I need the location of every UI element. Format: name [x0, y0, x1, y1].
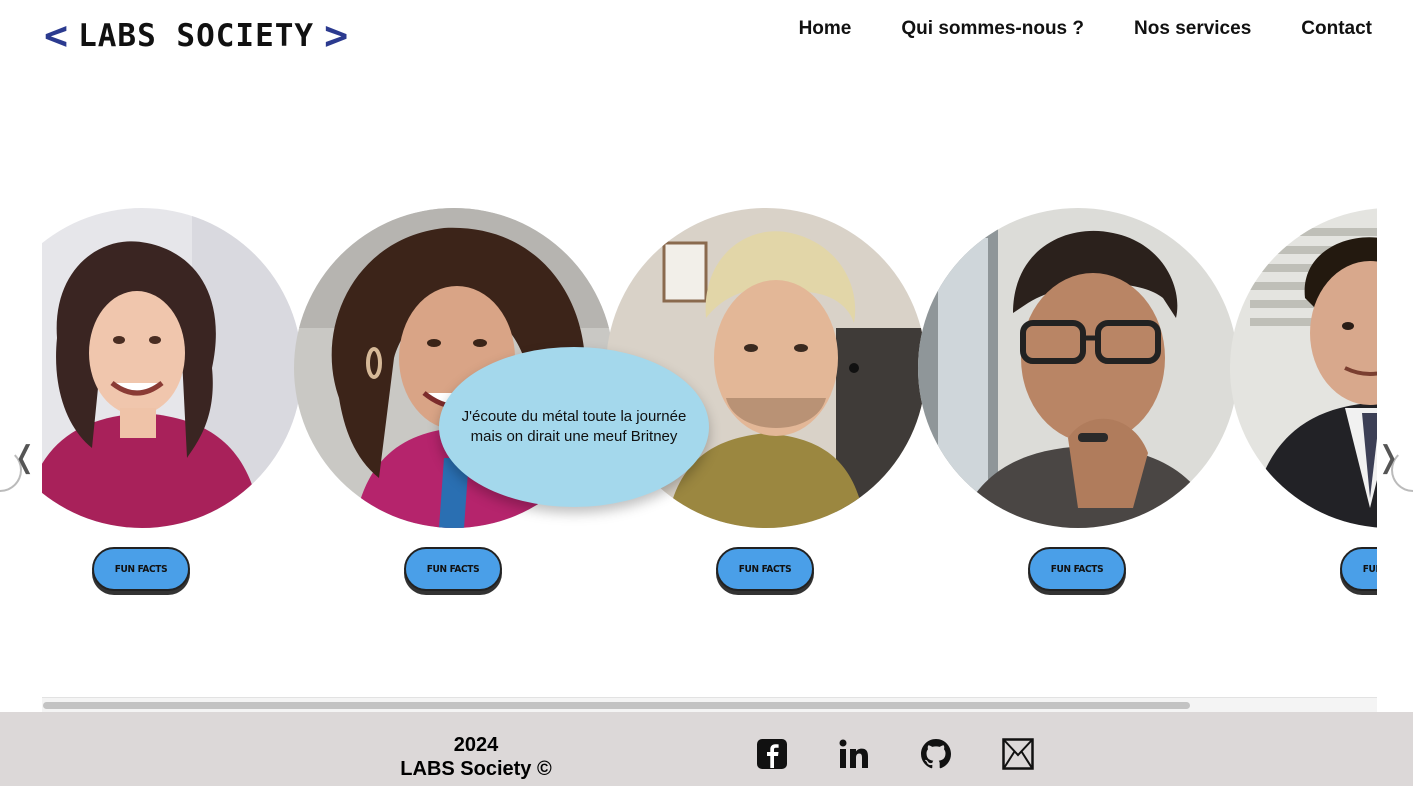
github-icon[interactable]: [920, 738, 952, 770]
team-member-card: FUN FACTS: [1230, 208, 1377, 591]
nav-about[interactable]: Qui sommes-nous ?: [901, 18, 1084, 40]
nav-contact[interactable]: Contact: [1301, 18, 1372, 40]
footer-copyright: LABS Society ©: [400, 758, 552, 780]
team-member-card: FUN FACTS: [918, 208, 1238, 591]
site-header: < LABS SOCIETY > Home Qui sommes-nous ? …: [0, 0, 1413, 80]
fun-facts-button[interactable]: FUN FACTS: [1028, 547, 1126, 591]
fun-fact-bubble: J'écoute du métal toute la journée mais …: [439, 347, 709, 507]
facebook-icon[interactable]: [756, 738, 788, 770]
site-footer: 2024 LABS Society ©: [0, 712, 1413, 786]
man-in-suit-photo: [1230, 208, 1377, 528]
team-member-photo: [42, 208, 302, 528]
team-member-photo: [918, 208, 1238, 528]
logo-left-bracket: <: [44, 13, 69, 59]
scrollbar-thumb[interactable]: [43, 702, 1190, 709]
social-links: [756, 738, 1034, 770]
man-with-glasses-photo: [918, 208, 1238, 528]
fun-facts-button[interactable]: FUN FACTS: [92, 547, 190, 591]
linkedin-icon[interactable]: [838, 738, 870, 770]
main-nav: Home Qui sommes-nous ? Nos services Cont…: [799, 18, 1372, 40]
team-member-card: FUN FACTS: [42, 208, 302, 591]
fun-facts-button[interactable]: FUN FACTS: [1340, 547, 1377, 591]
carousel-next-button[interactable]: ❭: [1369, 420, 1413, 494]
carousel-prev-button[interactable]: ❬: [0, 420, 44, 494]
chevron-right-icon: ❭: [1375, 439, 1401, 475]
logo-right-bracket: >: [324, 13, 349, 59]
nav-services[interactable]: Nos services: [1134, 18, 1251, 40]
mail-icon[interactable]: [1002, 738, 1034, 770]
fun-facts-button[interactable]: FUN FACTS: [404, 547, 502, 591]
nav-home[interactable]: Home: [799, 18, 852, 40]
footer-year: 2024: [453, 734, 499, 756]
woman-portrait-photo: [42, 208, 302, 528]
team-member-photo: [1230, 208, 1377, 528]
site-logo[interactable]: < LABS SOCIETY >: [44, 14, 348, 58]
team-carousel[interactable]: FUN FACTS FUN FACTS FUN FACTS FUN FACTS …: [42, 150, 1377, 710]
chevron-left-icon: ❬: [12, 439, 38, 475]
carousel-scrollbar[interactable]: [42, 697, 1377, 712]
fun-facts-button[interactable]: FUN FACTS: [716, 547, 814, 591]
logo-text: LABS SOCIETY: [78, 17, 315, 54]
